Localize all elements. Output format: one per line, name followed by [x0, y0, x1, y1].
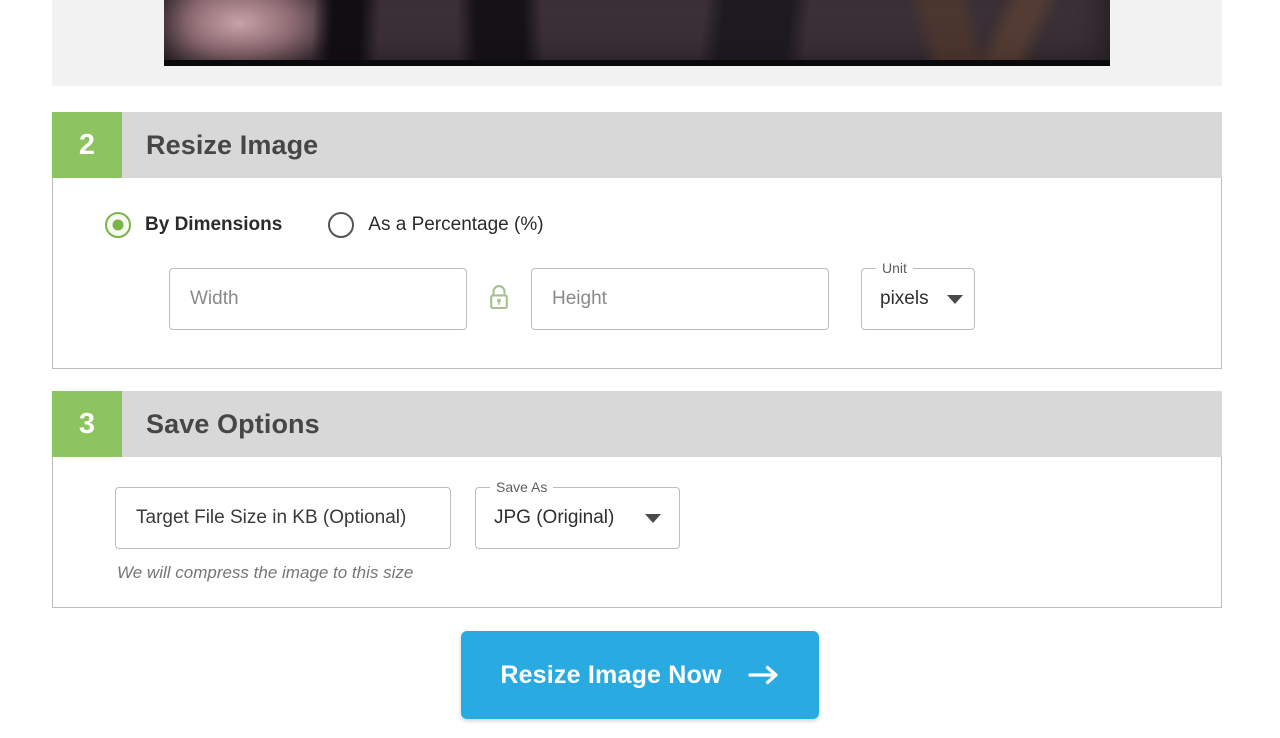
- chevron-down-icon: [929, 294, 963, 304]
- compress-helper-text: We will compress the image to this size: [117, 563, 414, 582]
- save-as-select-value: JPG (Original): [494, 507, 615, 528]
- image-preview-container: [52, 0, 1222, 86]
- cta-container: Resize Image Now: [0, 631, 1280, 719]
- section-resize-image: 2 Resize Image By Dimensions As a Percen…: [52, 112, 1222, 369]
- unit-select-label: Unit: [876, 260, 913, 276]
- lock-closed-icon: [486, 283, 512, 316]
- arrow-right-icon: [748, 664, 780, 686]
- save-as-select[interactable]: Save As JPG (Original): [475, 479, 680, 549]
- unit-select-value: pixels: [880, 288, 929, 309]
- section-title: Resize Image: [146, 129, 319, 160]
- radio-option-by-dimensions[interactable]: By Dimensions: [105, 212, 282, 238]
- radio-label-by-dimensions: By Dimensions: [145, 214, 283, 235]
- radio-label-as-a-percentage: As a Percentage (%): [368, 214, 544, 235]
- radio-selected-icon[interactable]: [105, 212, 131, 238]
- height-input[interactable]: Height: [531, 268, 829, 330]
- uploaded-image-preview: [164, 0, 1110, 66]
- resize-image-now-button[interactable]: Resize Image Now: [461, 631, 819, 719]
- dimension-inputs-row: Width Height Unit pixels: [53, 238, 1221, 368]
- step-number-badge: 3: [52, 391, 122, 457]
- resize-mode-radio-group: By Dimensions As a Percentage (%): [53, 178, 1221, 238]
- target-file-size-input[interactable]: Target File Size in KB (Optional): [115, 487, 451, 549]
- unit-select[interactable]: Unit pixels: [861, 260, 975, 330]
- radio-option-as-a-percentage[interactable]: As a Percentage (%): [328, 212, 544, 238]
- section-save-body: Target File Size in KB (Optional) Save A…: [52, 457, 1222, 608]
- section-save-header: 3 Save Options: [52, 391, 1222, 457]
- save-options-row: Target File Size in KB (Optional) Save A…: [53, 457, 1221, 549]
- width-input[interactable]: Width: [169, 268, 467, 330]
- section-resize-header: 2 Resize Image: [52, 112, 1222, 178]
- step-number-badge: 2: [52, 112, 122, 178]
- cta-label: Resize Image Now: [500, 660, 722, 689]
- radio-unselected-icon[interactable]: [328, 212, 355, 238]
- section-save-options: 3 Save Options Target File Size in KB (O…: [52, 391, 1222, 608]
- section-resize-body: By Dimensions As a Percentage (%) Width: [52, 178, 1222, 369]
- aspect-ratio-lock-button[interactable]: [467, 268, 531, 330]
- resize-image-page: 2 Resize Image By Dimensions As a Percen…: [0, 0, 1280, 738]
- save-as-select-label: Save As: [490, 479, 554, 495]
- section-title: Save Options: [146, 408, 320, 439]
- chevron-down-icon: [627, 513, 661, 523]
